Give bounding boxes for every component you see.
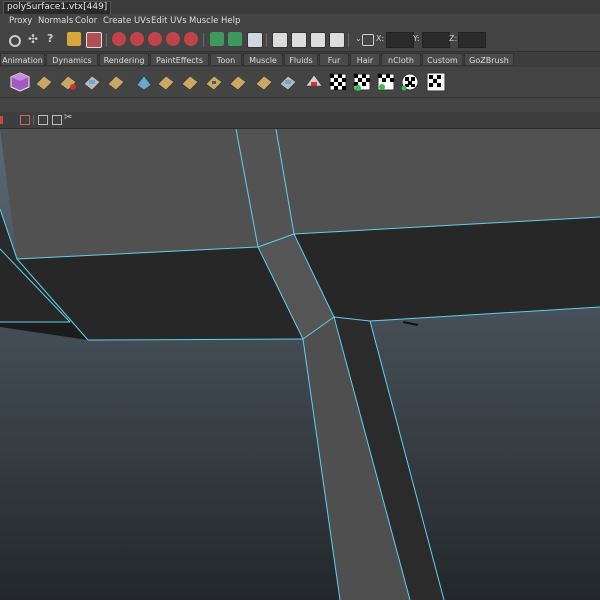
tab-fluids[interactable]: Fluids (284, 53, 318, 66)
tab-rendering[interactable]: Rendering (99, 53, 149, 66)
menu-normals[interactable]: Normals (38, 16, 73, 26)
z-field[interactable] (458, 32, 486, 48)
mesh-face[interactable] (294, 217, 600, 321)
title-bar: polySurface1.vtx[449] (0, 0, 600, 15)
tab-gozbrush[interactable]: GoZBrush (464, 53, 514, 66)
window-title: polySurface1.vtx[449] (3, 1, 112, 15)
menu-bar: Proxy Normals Color Create UVs Edit UVs … (0, 14, 600, 30)
lock-icon[interactable] (67, 32, 81, 46)
menu-edit-uvs[interactable]: Edit UVs (151, 16, 187, 26)
snap-icon[interactable] (228, 32, 242, 46)
toolbar-divider (348, 33, 349, 47)
magnet-icon[interactable] (166, 32, 180, 46)
toolbar-divider (266, 33, 267, 47)
checker-icon[interactable] (376, 72, 396, 92)
checker-icon[interactable] (352, 72, 372, 92)
uv-mapping-icon[interactable] (156, 72, 176, 92)
render-icon[interactable] (247, 32, 263, 48)
tab-ncloth[interactable]: nCloth (381, 53, 421, 66)
snap-icon[interactable] (86, 32, 102, 48)
perspective-viewport[interactable] (0, 129, 600, 600)
uv-mapping-icon[interactable] (58, 72, 78, 92)
uv-mapping-icon[interactable] (106, 72, 126, 92)
coordinate-input-icon[interactable] (362, 34, 374, 46)
checker-icon[interactable] (400, 72, 420, 92)
uv-mapping-icon[interactable] (228, 72, 248, 92)
mesh-face[interactable] (0, 129, 258, 259)
camera-icon[interactable] (329, 32, 345, 48)
tab-dynamics[interactable]: Dynamics (46, 53, 98, 66)
uv-mapping-icon[interactable] (134, 72, 154, 92)
uv-mapping-icon[interactable] (180, 72, 200, 92)
camera-icon[interactable] (310, 32, 326, 48)
viewport-scene[interactable] (0, 129, 600, 600)
polygon-cube-icon[interactable] (10, 72, 30, 92)
wireframe-icon[interactable] (38, 115, 48, 125)
menu-proxy[interactable]: Proxy (9, 16, 32, 26)
y-field[interactable] (422, 32, 450, 48)
x-field-label: X: (376, 34, 385, 43)
select-tool-icon[interactable] (9, 35, 21, 47)
magnet-icon[interactable] (112, 32, 126, 46)
panel-divider (33, 115, 34, 125)
uv-mapping-icon[interactable] (278, 72, 298, 92)
uv-mapping-icon[interactable] (82, 72, 102, 92)
panel-marker (0, 116, 3, 124)
y-field-label: Y: (413, 34, 420, 43)
menu-create-uvs[interactable]: Create UVs (103, 16, 150, 26)
tab-muscle[interactable]: Muscle (243, 53, 283, 66)
uv-mapping-icon[interactable] (204, 72, 224, 92)
uv-mapping-icon[interactable] (254, 72, 274, 92)
z-field-label: Z: (449, 34, 458, 43)
menu-muscle[interactable]: Muscle (189, 16, 218, 26)
camera-select-icon[interactable] (20, 115, 30, 125)
render-icon[interactable] (272, 32, 288, 48)
checker-icon[interactable] (426, 72, 446, 92)
menu-color[interactable]: Color (75, 16, 97, 26)
shelf (0, 67, 600, 98)
tab-toon[interactable]: Toon (210, 53, 242, 66)
status-line: ✣ ? ⌄ X: Y: Z: (0, 29, 600, 52)
toolbar-divider (106, 33, 107, 47)
tab-custom[interactable]: Custom (422, 53, 463, 66)
uv-mapping-icon[interactable] (34, 72, 54, 92)
tab-hair[interactable]: Hair (350, 53, 380, 66)
magnet-icon[interactable] (148, 32, 162, 46)
magnet-icon[interactable] (184, 32, 198, 46)
x-field[interactable] (386, 32, 414, 48)
panel-toolbar: ✂ (0, 112, 600, 129)
shaded-icon[interactable] (52, 115, 62, 125)
uv-mapping-icon[interactable] (304, 72, 324, 92)
snap-icon[interactable] (210, 32, 224, 46)
move-tool-icon[interactable]: ✣ (28, 32, 42, 46)
scissors-icon[interactable]: ✂ (64, 112, 72, 123)
menu-help[interactable]: Help (221, 16, 240, 26)
tab-animation[interactable]: Animation (0, 53, 45, 66)
camera-icon[interactable] (291, 32, 307, 48)
toolbar-divider (203, 33, 204, 47)
checker-icon[interactable] (328, 72, 348, 92)
shelf-spacer (0, 98, 600, 112)
tab-fur[interactable]: Fur (319, 53, 349, 66)
tab-painteffects[interactable]: PaintEffects (150, 53, 209, 66)
mesh-face[interactable] (276, 129, 600, 234)
magnet-icon[interactable] (130, 32, 144, 46)
shelf-tabs: Animation Dynamics Rendering PaintEffect… (0, 52, 600, 67)
help-icon[interactable]: ? (47, 32, 61, 46)
